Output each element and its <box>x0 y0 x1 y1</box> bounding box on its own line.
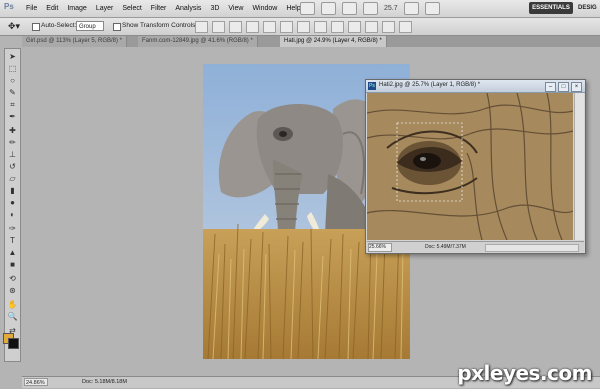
shape-tool-icon[interactable]: ■ <box>7 260 18 269</box>
status-zoom-field[interactable]: 24.86% <box>24 378 48 386</box>
tab-hati[interactable]: Hati.jpg @ 24.9% (Layer 4, RGB/8) * <box>280 36 387 47</box>
eyedropper-icon[interactable]: ✒ <box>7 112 18 121</box>
align-hcenter-icon[interactable] <box>263 21 276 33</box>
history-brush-icon[interactable]: ↺ <box>7 162 18 171</box>
menu-layer[interactable]: Layer <box>96 5 114 12</box>
blur-icon[interactable]: ● <box>7 198 18 207</box>
align-top-icon[interactable] <box>195 21 208 33</box>
hand-tool-icon[interactable]: ✋ <box>7 300 18 309</box>
photoshop-logo-icon: Ps <box>4 2 14 11</box>
guides-icon[interactable] <box>342 2 357 15</box>
show-transform-label: Show Transform Controls <box>122 22 196 29</box>
distribute-hcenter-icon[interactable] <box>365 21 378 33</box>
eraser-icon[interactable]: ▱ <box>7 174 18 183</box>
document-tabs: Girl.psd @ 113% (Layer 5, RGB/8) * Fanm.… <box>22 36 600 47</box>
tab-girl[interactable]: Girl.psd @ 113% (Layer 5, RGB/8) * <box>22 36 128 47</box>
menu-window[interactable]: Window <box>252 5 277 12</box>
lasso-tool-icon[interactable]: ○ <box>7 76 18 85</box>
ps-document-icon: Ps <box>368 82 376 90</box>
auto-select-checkbox[interactable] <box>32 23 40 31</box>
workspace-essentials-button[interactable]: ESSENTIALS <box>529 2 573 14</box>
type-tool-icon[interactable]: T <box>7 236 18 245</box>
3d-orbit-icon[interactable]: ⊛ <box>7 286 18 295</box>
maximize-icon[interactable]: □ <box>558 82 569 92</box>
move-tool-preset-icon[interactable]: ✥▾ <box>8 21 26 32</box>
arrange-documents-icon[interactable] <box>403 2 419 15</box>
menu-filter[interactable]: Filter <box>151 5 167 12</box>
window-zoom-field[interactable]: 25.66% <box>368 243 392 252</box>
options-bar: ✥▾ Auto-Select: Group Show Transform Con… <box>0 18 600 36</box>
window-title: Hati2.jpg @ 25.7% (Layer 1, RGB/8) * <box>379 82 481 88</box>
menu-analysis[interactable]: Analysis <box>175 5 201 12</box>
window-statusbar: 25.66% Doc: 5.49M/7.37M <box>367 241 584 252</box>
brush-tool-icon[interactable]: ✏ <box>7 138 18 147</box>
window-titlebar[interactable]: Ps Hati2.jpg @ 25.7% (Layer 1, RGB/8) * … <box>366 80 585 93</box>
menu-3d[interactable]: 3D <box>210 5 219 12</box>
menu-edit[interactable]: Edit <box>46 5 58 12</box>
3d-rotate-icon[interactable]: ⟲ <box>7 274 18 283</box>
bridge-icon[interactable] <box>300 2 315 15</box>
menu-view[interactable]: View <box>228 5 243 12</box>
menu-help[interactable]: Help <box>286 5 300 12</box>
pen-tool-icon[interactable]: ✑ <box>7 224 18 233</box>
healing-brush-icon[interactable]: ✚ <box>7 126 18 135</box>
show-transform-checkbox[interactable] <box>113 23 121 31</box>
hand-zoom-icon[interactable] <box>363 2 378 15</box>
window-buttons: – □ × <box>545 82 582 92</box>
tab-fanm[interactable]: Fanm.com-12849.jpg @ 41.6% (RGB/8) * <box>138 36 258 47</box>
dodge-icon[interactable]: ◐ <box>7 210 18 219</box>
tools-panel: ➤ ⬚ ○ ✎ ⌗ ✒ ✚ ✏ ⊥ ↺ ▱ ▮ ● ◐ ✑ T ▲ ■ ⟲ ⊛ … <box>4 48 21 362</box>
align-buttons <box>195 21 412 33</box>
menu-bar: Ps File Edit Image Layer Select Filter A… <box>0 0 600 18</box>
auto-align-icon[interactable] <box>399 21 412 33</box>
window-horizontal-scrollbar[interactable] <box>485 244 579 252</box>
distribute-right-icon[interactable] <box>382 21 395 33</box>
watermark: pxleyes.com <box>457 361 592 385</box>
mini-bridge-icon[interactable] <box>321 2 336 15</box>
align-bottom-icon[interactable] <box>229 21 242 33</box>
workspace-design-button[interactable]: DESIG <box>578 2 597 14</box>
menu-select[interactable]: Select <box>122 5 141 12</box>
clone-stamp-icon[interactable]: ⊥ <box>7 150 18 159</box>
move-tool-icon[interactable]: ➤ <box>7 52 18 61</box>
menu-image[interactable]: Image <box>67 5 86 12</box>
menu-items: File Edit Image Layer Select Filter Anal… <box>26 0 301 17</box>
distribute-bottom-icon[interactable] <box>331 21 344 33</box>
distribute-left-icon[interactable] <box>348 21 361 33</box>
distribute-vcenter-icon[interactable] <box>314 21 327 33</box>
status-doc-size: Doc: 5.18M/8.18M <box>82 379 127 385</box>
align-right-icon[interactable] <box>280 21 293 33</box>
hati2-document-window[interactable]: Ps Hati2.jpg @ 25.7% (Layer 1, RGB/8) * … <box>365 79 586 254</box>
auto-select-label: Auto-Select: <box>41 22 77 29</box>
menu-file[interactable]: File <box>26 5 37 12</box>
window-doc-size: Doc: 5.49M/7.37M <box>425 244 466 250</box>
app-bar-tools: 25.7 <box>300 2 440 15</box>
elephant-eye-photo <box>367 93 573 240</box>
crop-tool-icon[interactable]: ⌗ <box>7 100 18 109</box>
align-vcenter-icon[interactable] <box>212 21 225 33</box>
background-color-swatch[interactable] <box>8 338 19 349</box>
screen-mode-icon[interactable] <box>424 2 440 15</box>
zoom-tool-icon[interactable]: 🔍 <box>7 312 18 321</box>
zoom-level[interactable]: 25.7 <box>384 5 398 12</box>
quick-select-icon[interactable]: ✎ <box>7 88 18 97</box>
distribute-top-icon[interactable] <box>297 21 310 33</box>
auto-select-dropdown[interactable]: Group <box>76 21 104 31</box>
align-left-icon[interactable] <box>246 21 259 33</box>
gradient-icon[interactable]: ▮ <box>7 186 18 195</box>
closeup-canvas[interactable] <box>367 93 573 240</box>
path-select-icon[interactable]: ▲ <box>7 248 18 257</box>
marquee-tool-icon[interactable]: ⬚ <box>7 64 18 73</box>
minimize-icon[interactable]: – <box>545 82 556 92</box>
window-vertical-scrollbar[interactable] <box>574 93 584 240</box>
close-icon[interactable]: × <box>571 82 582 92</box>
